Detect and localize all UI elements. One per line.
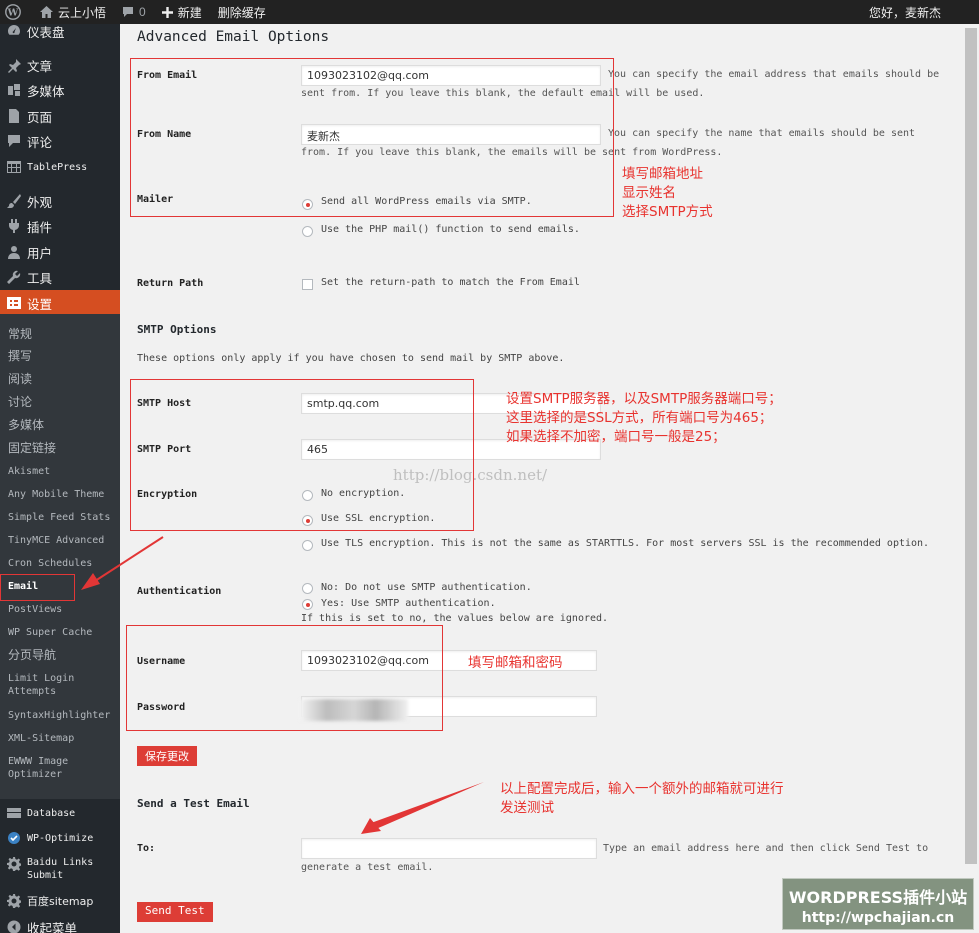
annotation-arrows <box>81 536 484 834</box>
scrollbar-thumb[interactable] <box>965 28 977 864</box>
watermark-line-2: http://wpchajian.cn <box>801 910 955 926</box>
page-scrollbar[interactable] <box>963 24 979 933</box>
arrow-to-test-input <box>361 782 484 834</box>
wpchajian-watermark-logo: WORDPRESS插件小站 http://wpchajian.cn <box>782 878 974 930</box>
watermark-line-1: WORDPRESS插件小站 <box>788 888 968 907</box>
arrow-to-email-menu <box>81 536 164 590</box>
